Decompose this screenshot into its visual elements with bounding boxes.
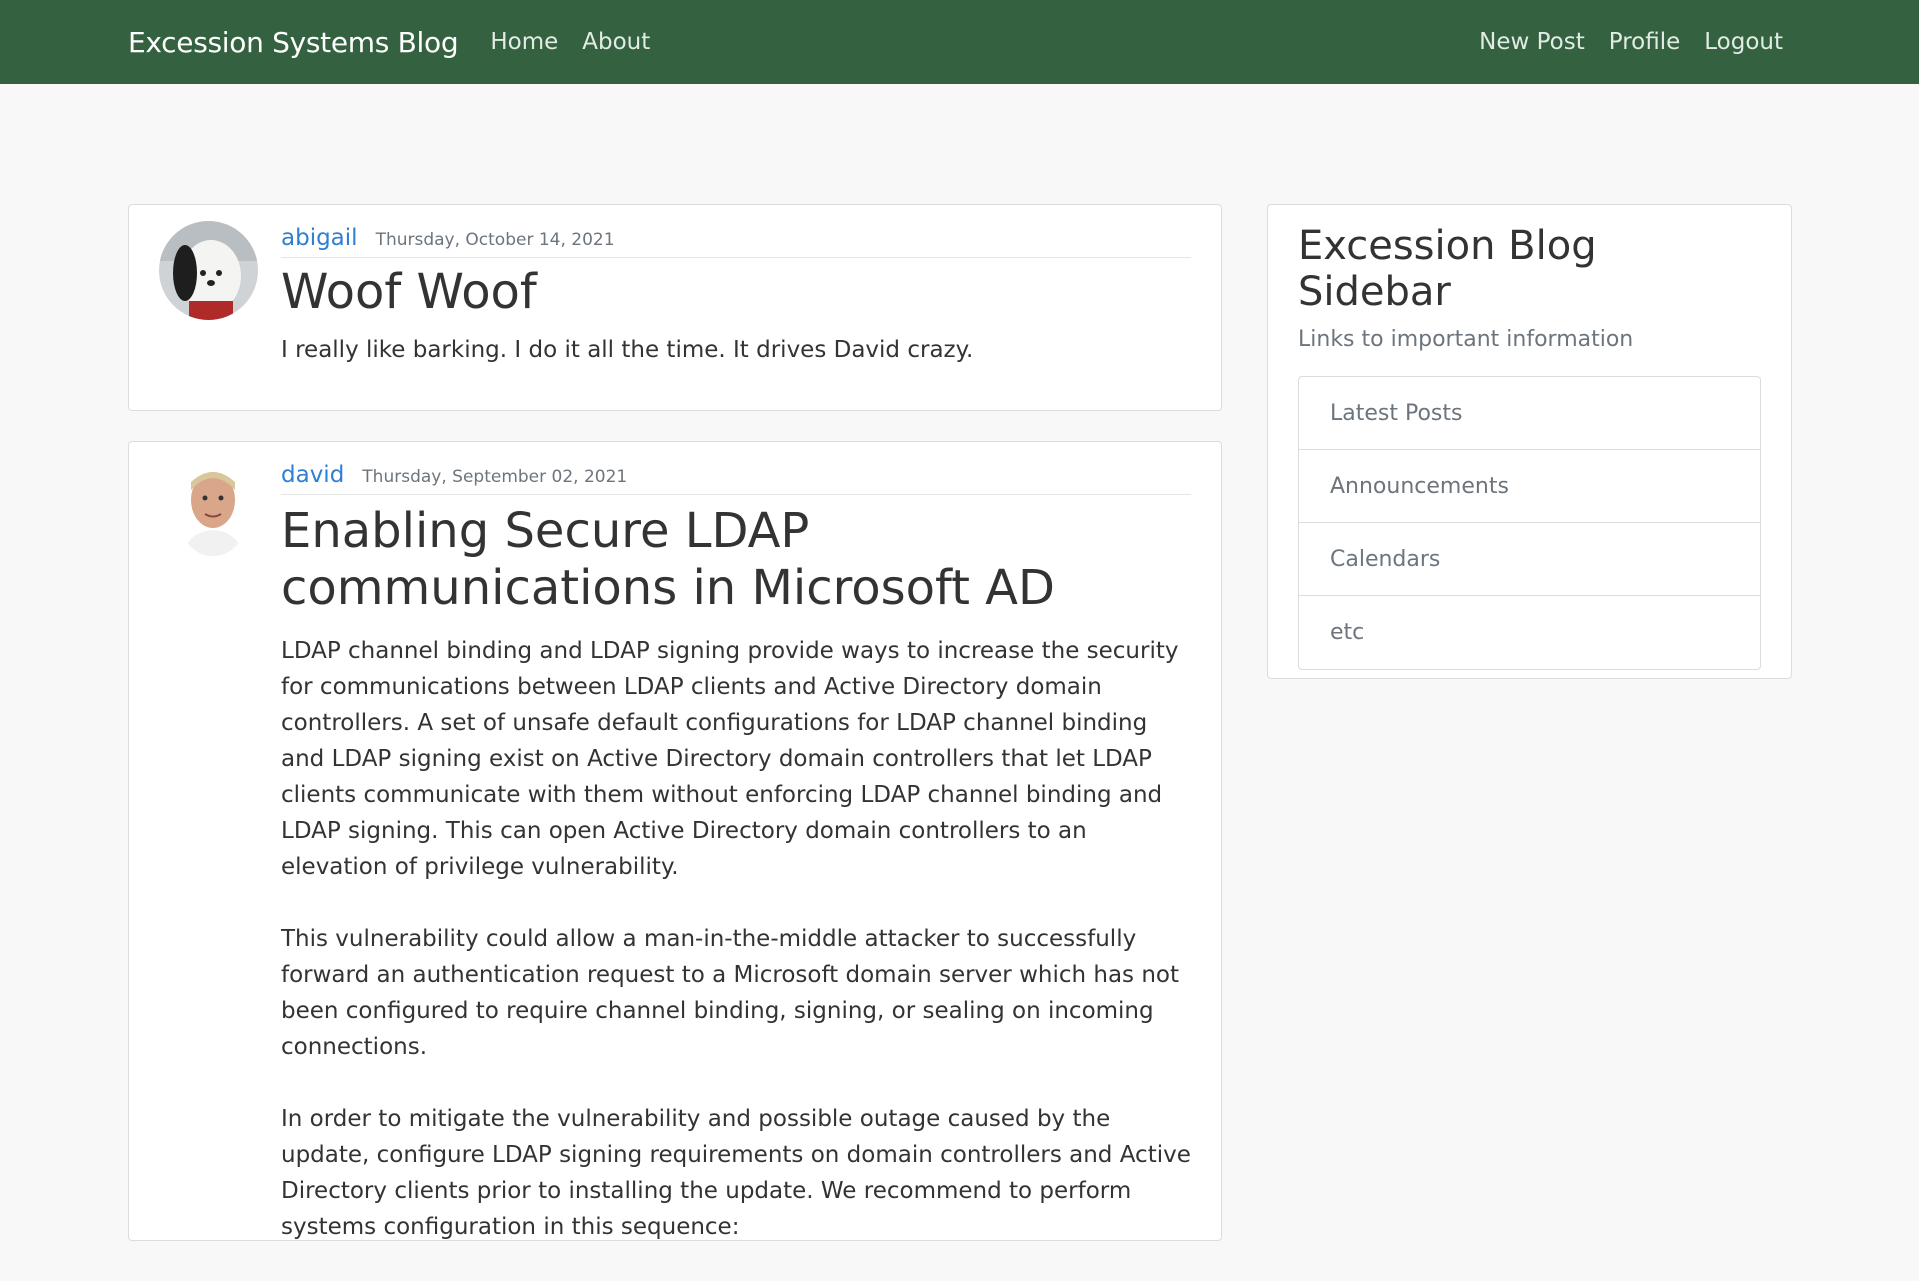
- brand-link[interactable]: Excession Systems Blog: [128, 26, 459, 59]
- sidebar: Excession Blog Sidebar Links to importan…: [1267, 204, 1792, 679]
- post-paragraph: I really like barking. I do it all the t…: [281, 336, 974, 363]
- post-paragraph: LDAP channel binding and LDAP signing pr…: [281, 638, 1179, 880]
- sidebar-item-latest-posts[interactable]: Latest Posts: [1299, 377, 1760, 450]
- nav-new-post-link[interactable]: New Post: [1479, 29, 1585, 55]
- nav-profile-link[interactable]: Profile: [1609, 29, 1681, 55]
- nav-logout-link[interactable]: Logout: [1704, 29, 1783, 55]
- post-content: I really like barking. I do it all the t…: [281, 332, 1191, 368]
- sidebar-subtitle: Links to important information: [1298, 327, 1634, 352]
- top-navbar: Excession Systems Blog Home About New Po…: [0, 0, 1919, 84]
- post-content: LDAP channel binding and LDAP signing pr…: [281, 633, 1191, 1245]
- author-avatar[interactable]: [177, 460, 249, 556]
- dog-avatar-image: [159, 221, 258, 320]
- sidebar-title: Excession Blog Sidebar: [1298, 223, 1597, 315]
- sidebar-item-announcements[interactable]: Announcements: [1299, 450, 1760, 523]
- post-body: david Thursday, September 02, 2021 Enabl…: [281, 462, 1191, 1281]
- author-avatar[interactable]: [159, 221, 258, 320]
- post-body: abigail Thursday, October 14, 2021 Woof …: [281, 225, 1191, 368]
- nav-home-link[interactable]: Home: [490, 29, 558, 55]
- post-title[interactable]: Enabling Secure LDAP communications in M…: [281, 503, 1191, 617]
- author-link[interactable]: abigail: [281, 225, 358, 251]
- post-card: abigail Thursday, October 14, 2021 Woof …: [128, 204, 1222, 411]
- post-meta: david Thursday, September 02, 2021: [281, 462, 1191, 495]
- post-date: Thursday, October 14, 2021: [375, 230, 615, 250]
- sidebar-list: Latest Posts Announcements Calendars etc: [1298, 376, 1761, 670]
- post-paragraph: In order to mitigate the vulnerability a…: [281, 1106, 1191, 1240]
- person-avatar-image: [177, 460, 249, 556]
- nav-about-link[interactable]: About: [582, 29, 650, 55]
- post-date: Thursday, September 02, 2021: [362, 467, 628, 487]
- nav-left: Home About: [490, 29, 650, 55]
- sidebar-item-calendars[interactable]: Calendars: [1299, 523, 1760, 596]
- post-meta: abigail Thursday, October 14, 2021: [281, 225, 1191, 258]
- post-card: david Thursday, September 02, 2021 Enabl…: [128, 441, 1222, 1241]
- author-link[interactable]: david: [281, 462, 344, 488]
- post-paragraph: This vulnerability could allow a man-in-…: [281, 926, 1180, 1060]
- sidebar-item-etc[interactable]: etc: [1299, 596, 1760, 669]
- nav-right: New Post Profile Logout: [1479, 29, 1783, 55]
- post-title[interactable]: Woof Woof: [281, 264, 1191, 322]
